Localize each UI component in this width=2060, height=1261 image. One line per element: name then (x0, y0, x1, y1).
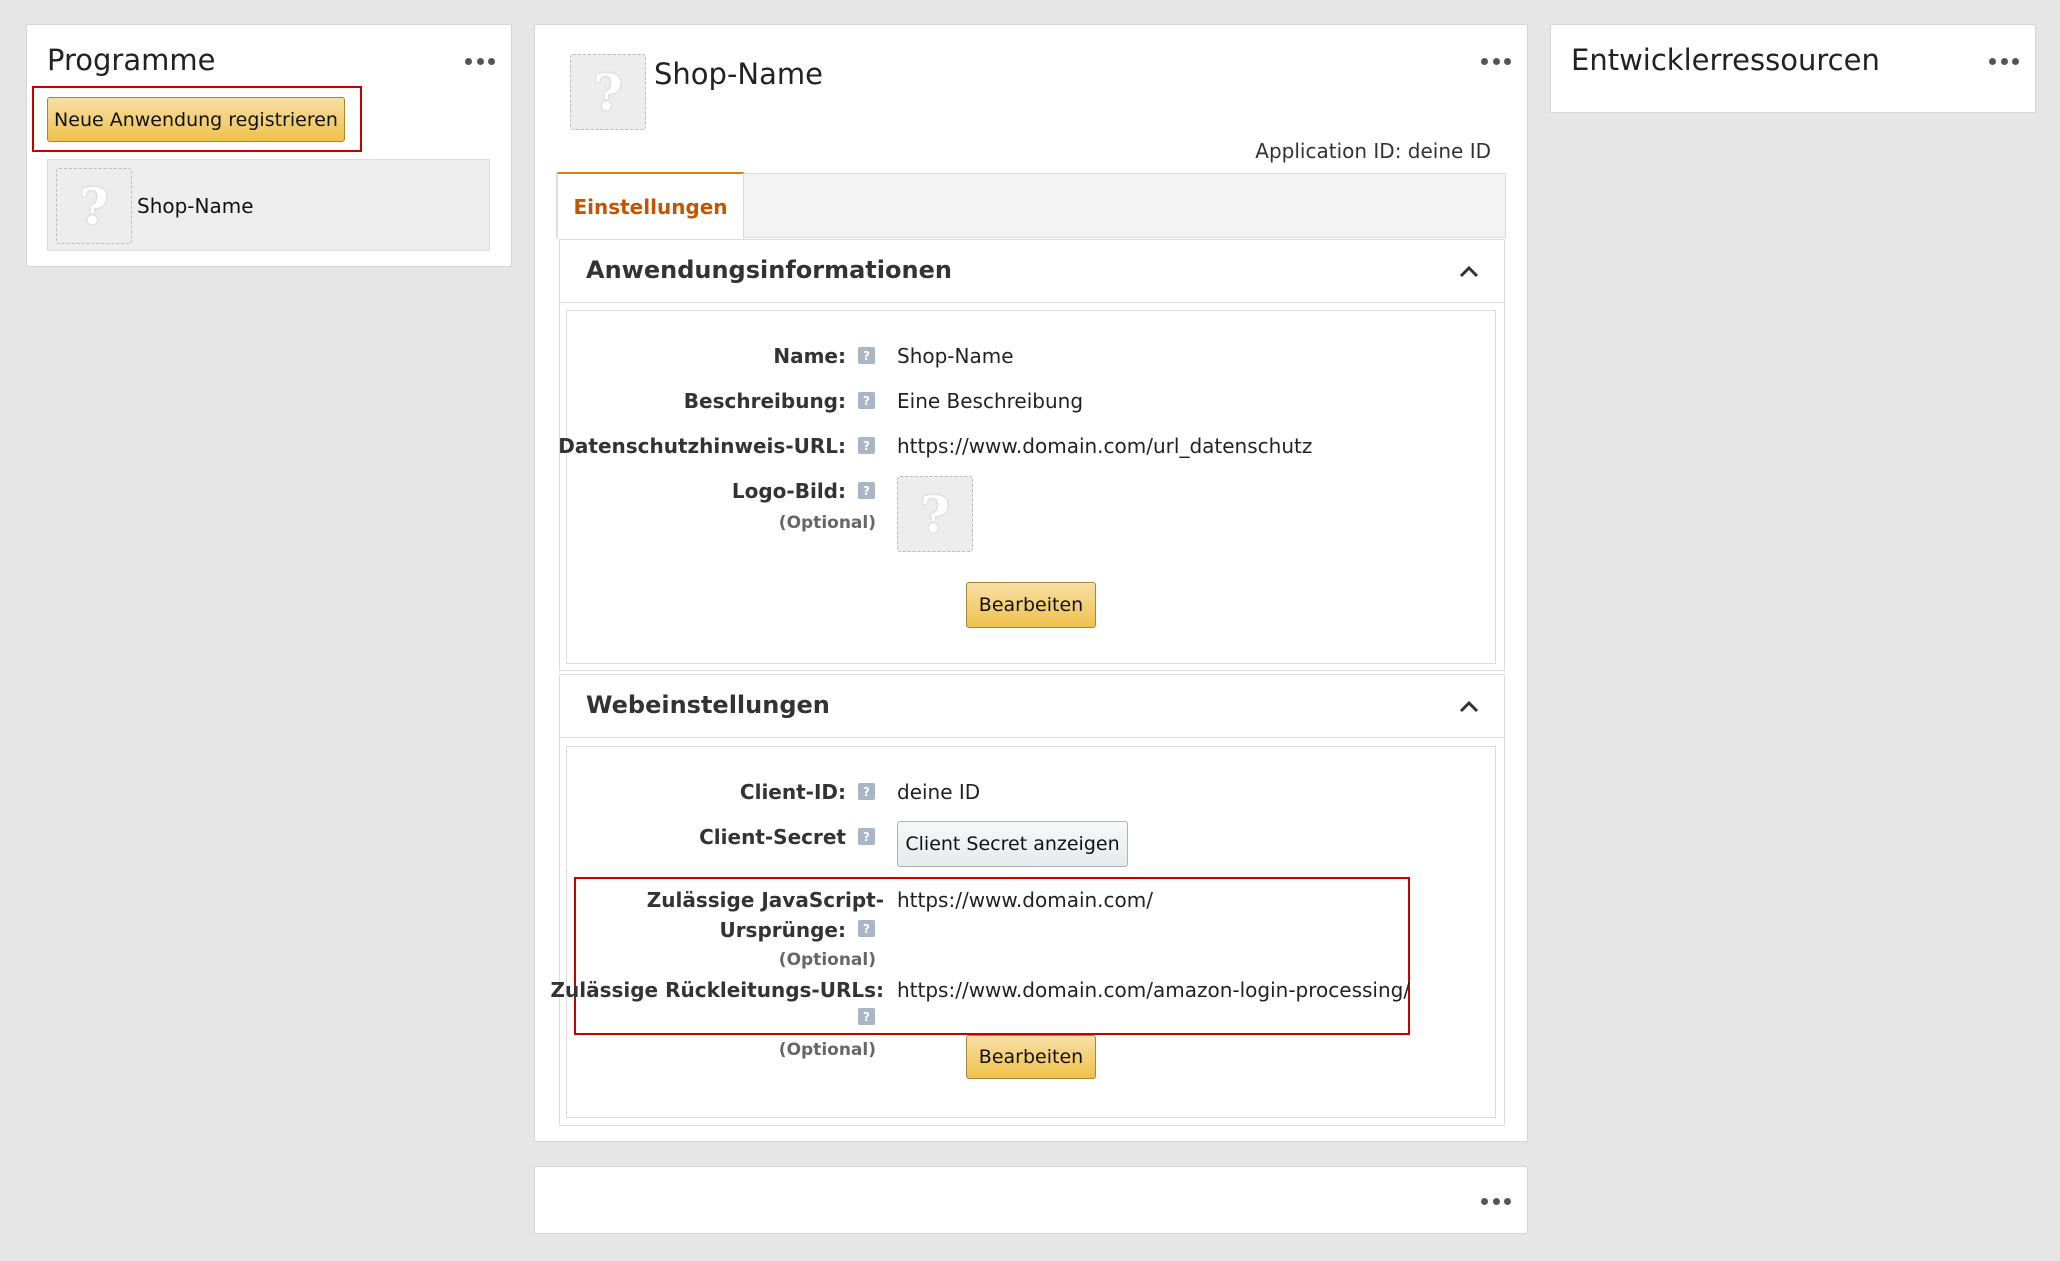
client-secret-label: Client-Secret (699, 825, 846, 849)
app-info-title: Anwendungsinformationen (586, 256, 952, 284)
js-origins-value: https://www.domain.com/ (897, 888, 1153, 912)
description-value: Eine Beschreibung (897, 389, 1084, 413)
help-icon[interactable]: ? (858, 482, 875, 499)
chevron-up-icon[interactable] (1458, 699, 1480, 713)
name-label: Name: (773, 344, 846, 368)
help-icon[interactable]: ? (858, 783, 875, 800)
help-icon[interactable]: ? (858, 437, 875, 454)
app-list-item-name: Shop-Name (137, 194, 254, 218)
programs-title: Programme (47, 43, 216, 77)
help-icon[interactable]: ? (858, 392, 875, 409)
app-list-item[interactable]: ? Shop-Name (47, 159, 490, 251)
client-id-label: Client-ID: (739, 780, 846, 804)
more-options-icon[interactable] (1481, 56, 1511, 66)
app-name-title: Shop-Name (654, 57, 823, 91)
web-settings-title: Webeinstellungen (586, 691, 830, 719)
return-urls-label: Zulässige Rückleitungs-URLs: (550, 978, 884, 1002)
help-icon[interactable]: ? (858, 347, 875, 364)
tab-settings[interactable]: Einstellungen (557, 172, 744, 239)
client-id-value: deine ID (897, 780, 981, 804)
app-logo-placeholder: ? (56, 168, 132, 244)
app-logo-placeholder-large: ? (570, 54, 646, 130)
js-origins-label-line2: Ursprünge: (719, 918, 846, 942)
edit-web-settings-button[interactable]: Bearbeiten (966, 1035, 1096, 1079)
optional-note: (Optional) (778, 950, 876, 970)
dev-resources-title: Entwicklerressourcen (1571, 43, 1880, 77)
help-icon[interactable]: ? (858, 920, 875, 937)
dev-resources-card: Entwicklerressourcen (1550, 24, 2036, 113)
help-icon[interactable]: ? (858, 1008, 875, 1025)
logo-image-placeholder: ? (897, 476, 973, 552)
optional-note: (Optional) (778, 513, 876, 533)
more-options-icon[interactable] (1481, 1196, 1511, 1206)
optional-note: (Optional) (778, 1040, 876, 1060)
name-value: Shop-Name (897, 344, 1014, 368)
privacy-url-label: Datenschutzhinweis-URL: (558, 434, 846, 458)
more-options-icon[interactable] (1989, 56, 2019, 66)
privacy-url-value: https://www.domain.com/url_datenschutz (897, 434, 1313, 458)
description-label: Beschreibung: (683, 389, 846, 413)
edit-app-info-button[interactable]: Bearbeiten (966, 582, 1096, 628)
show-client-secret-button[interactable]: Client Secret anzeigen (897, 821, 1128, 867)
chevron-up-icon[interactable] (1458, 264, 1480, 278)
bottom-card (534, 1166, 1528, 1234)
application-id: Application ID: deine ID (1255, 139, 1491, 163)
more-options-icon[interactable] (465, 56, 495, 66)
return-urls-value: https://www.domain.com/amazon-login-proc… (897, 978, 1411, 1002)
help-icon[interactable]: ? (858, 828, 875, 845)
logo-label: Logo-Bild: (731, 479, 846, 503)
js-origins-label: Zulässige JavaScript- (646, 888, 884, 912)
register-app-button[interactable]: Neue Anwendung registrieren (47, 97, 345, 142)
